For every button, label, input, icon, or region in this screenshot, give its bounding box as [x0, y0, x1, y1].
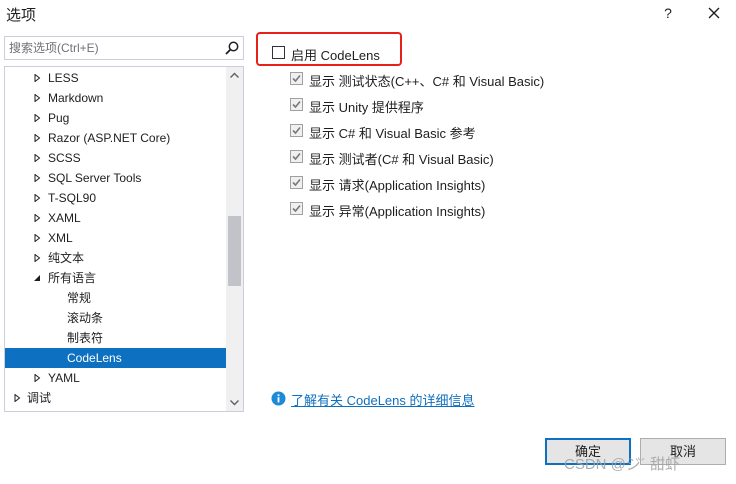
checkmark-icon — [292, 152, 301, 161]
codelens-option-label: 显示 异常(Application Insights) — [309, 204, 486, 219]
tree-item-label: Markdown — [48, 91, 104, 105]
window-title: 选项 — [6, 7, 37, 24]
search-icon[interactable] — [224, 40, 240, 56]
tree-item[interactable]: 滚动条 — [5, 308, 227, 328]
tree-item-label: XAML — [48, 211, 81, 225]
tree-item[interactable]: 调试 — [5, 388, 227, 408]
tree-item[interactable]: Razor (ASP.NET Core) — [5, 128, 227, 148]
tree-item-label: SCSS — [48, 151, 81, 165]
codelens-info-link[interactable]: 了解有关 CodeLens 的详细信息 — [291, 390, 475, 409]
codelens-option-row[interactable]: 显示 Unity 提供程序 — [290, 96, 590, 115]
watermark-text: CSDN @ジ´ 甜虾 — [564, 456, 681, 473]
enable-codelens-row[interactable]: 启用 CodeLens — [272, 44, 392, 63]
codelens-option-row[interactable]: 显示 测试者(C# 和 Visual Basic) — [290, 148, 590, 167]
codelens-option-checkbox[interactable] — [290, 202, 303, 215]
codelens-option-checkbox[interactable] — [290, 98, 303, 111]
tree-item[interactable]: 常规 — [5, 288, 227, 308]
collapsed-arrow-icon[interactable] — [33, 194, 41, 202]
tree-item[interactable]: T-SQL90 — [5, 188, 227, 208]
title-bar: 选项 ? — [0, 0, 736, 26]
tree-item[interactable]: 纯文本 — [5, 248, 227, 268]
collapsed-arrow-icon[interactable] — [13, 394, 21, 402]
checkmark-icon — [292, 204, 301, 213]
tree-item-label: 调试 — [27, 391, 52, 405]
info-link-row: 了解有关 CodeLens 的详细信息 — [271, 390, 511, 408]
tree-item[interactable]: Pug — [5, 108, 227, 128]
collapsed-arrow-icon[interactable] — [33, 94, 41, 102]
help-button[interactable]: ? — [658, 2, 678, 24]
options-tree: LESS Markdown Pug Razor (ASP.NET Core) SCSS S… — [4, 66, 244, 412]
tree-item-label: 制表符 — [67, 331, 104, 345]
collapsed-arrow-icon[interactable] — [33, 234, 41, 242]
enable-codelens-label: 启用 CodeLens — [291, 48, 380, 63]
tree-item-label: YAML — [48, 371, 80, 385]
codelens-option-row[interactable]: 显示 C# 和 Visual Basic 参考 — [290, 122, 590, 141]
checkmark-icon — [292, 126, 301, 135]
tree-item[interactable]: Markdown — [5, 88, 227, 108]
codelens-option-row[interactable]: 显示 请求(Application Insights) — [290, 174, 590, 193]
codelens-option-checkbox[interactable] — [290, 72, 303, 85]
search-input[interactable] — [5, 37, 217, 59]
codelens-option-checkbox[interactable] — [290, 176, 303, 189]
tree-item[interactable]: SQL Server Tools — [5, 168, 227, 188]
codelens-option-label: 显示 请求(Application Insights) — [309, 178, 486, 193]
checkmark-icon — [292, 74, 301, 83]
collapsed-arrow-icon[interactable] — [33, 74, 41, 82]
tree-item-label: T-SQL90 — [48, 191, 97, 205]
chevron-down-icon — [230, 400, 239, 406]
tree-item-label: SQL Server Tools — [48, 171, 142, 185]
info-icon — [271, 391, 286, 406]
codelens-option-row[interactable]: 显示 测试状态(C++、C# 和 Visual Basic) — [290, 70, 590, 89]
options-tree-list: LESS Markdown Pug Razor (ASP.NET Core) SCSS S… — [5, 67, 227, 411]
tree-item-label: 滚动条 — [67, 311, 104, 325]
tree-item-label: 常规 — [67, 291, 92, 305]
tree-item[interactable]: YAML — [5, 368, 227, 388]
tree-item-label: Razor (ASP.NET Core) — [48, 131, 171, 145]
collapsed-arrow-icon[interactable] — [33, 254, 41, 262]
tree-item-label: Pug — [48, 111, 70, 125]
tree-item-label: CodeLens — [67, 351, 122, 365]
codelens-option-checkbox[interactable] — [290, 150, 303, 163]
tree-item[interactable]: LESS — [5, 68, 227, 88]
tree-item[interactable]: XAML — [5, 208, 227, 228]
tree-item-label: XML — [48, 231, 73, 245]
checkmark-icon — [292, 100, 301, 109]
close-icon — [708, 7, 720, 19]
codelens-option-label: 显示 Unity 提供程序 — [309, 100, 424, 115]
chevron-up-icon — [230, 72, 239, 78]
tree-item-label: LESS — [48, 71, 79, 85]
collapsed-arrow-icon[interactable] — [33, 174, 41, 182]
enable-codelens-checkbox[interactable] — [272, 46, 285, 59]
tree-scrollbar[interactable] — [226, 67, 243, 411]
tree-item[interactable]: 制表符 — [5, 328, 227, 348]
expanded-arrow-icon[interactable] — [33, 274, 41, 282]
collapsed-arrow-icon[interactable] — [33, 374, 41, 382]
tree-item[interactable]: CodeLens — [5, 348, 227, 368]
codelens-option-checkbox[interactable] — [290, 124, 303, 137]
tree-item-label: 所有语言 — [48, 271, 97, 285]
collapsed-arrow-icon[interactable] — [33, 134, 41, 142]
search-box — [4, 36, 244, 60]
tree-item[interactable]: SCSS — [5, 148, 227, 168]
tree-item-label: 纯文本 — [48, 251, 85, 265]
codelens-option-row[interactable]: 显示 异常(Application Insights) — [290, 200, 590, 219]
collapsed-arrow-icon[interactable] — [33, 154, 41, 162]
collapsed-arrow-icon[interactable] — [33, 214, 41, 222]
codelens-option-label: 显示 测试状态(C++、C# 和 Visual Basic) — [309, 74, 545, 89]
scroll-up-button[interactable] — [226, 67, 243, 84]
scroll-thumb[interactable] — [228, 216, 241, 286]
collapsed-arrow-icon[interactable] — [33, 114, 41, 122]
tree-item[interactable]: XML — [5, 228, 227, 248]
codelens-option-label: 显示 测试者(C# 和 Visual Basic) — [309, 152, 494, 167]
close-button[interactable] — [702, 2, 726, 24]
scroll-down-button[interactable] — [226, 394, 243, 411]
checkmark-icon — [292, 178, 301, 187]
tree-item[interactable]: 所有语言 — [5, 268, 227, 288]
codelens-option-label: 显示 C# 和 Visual Basic 参考 — [309, 126, 476, 141]
